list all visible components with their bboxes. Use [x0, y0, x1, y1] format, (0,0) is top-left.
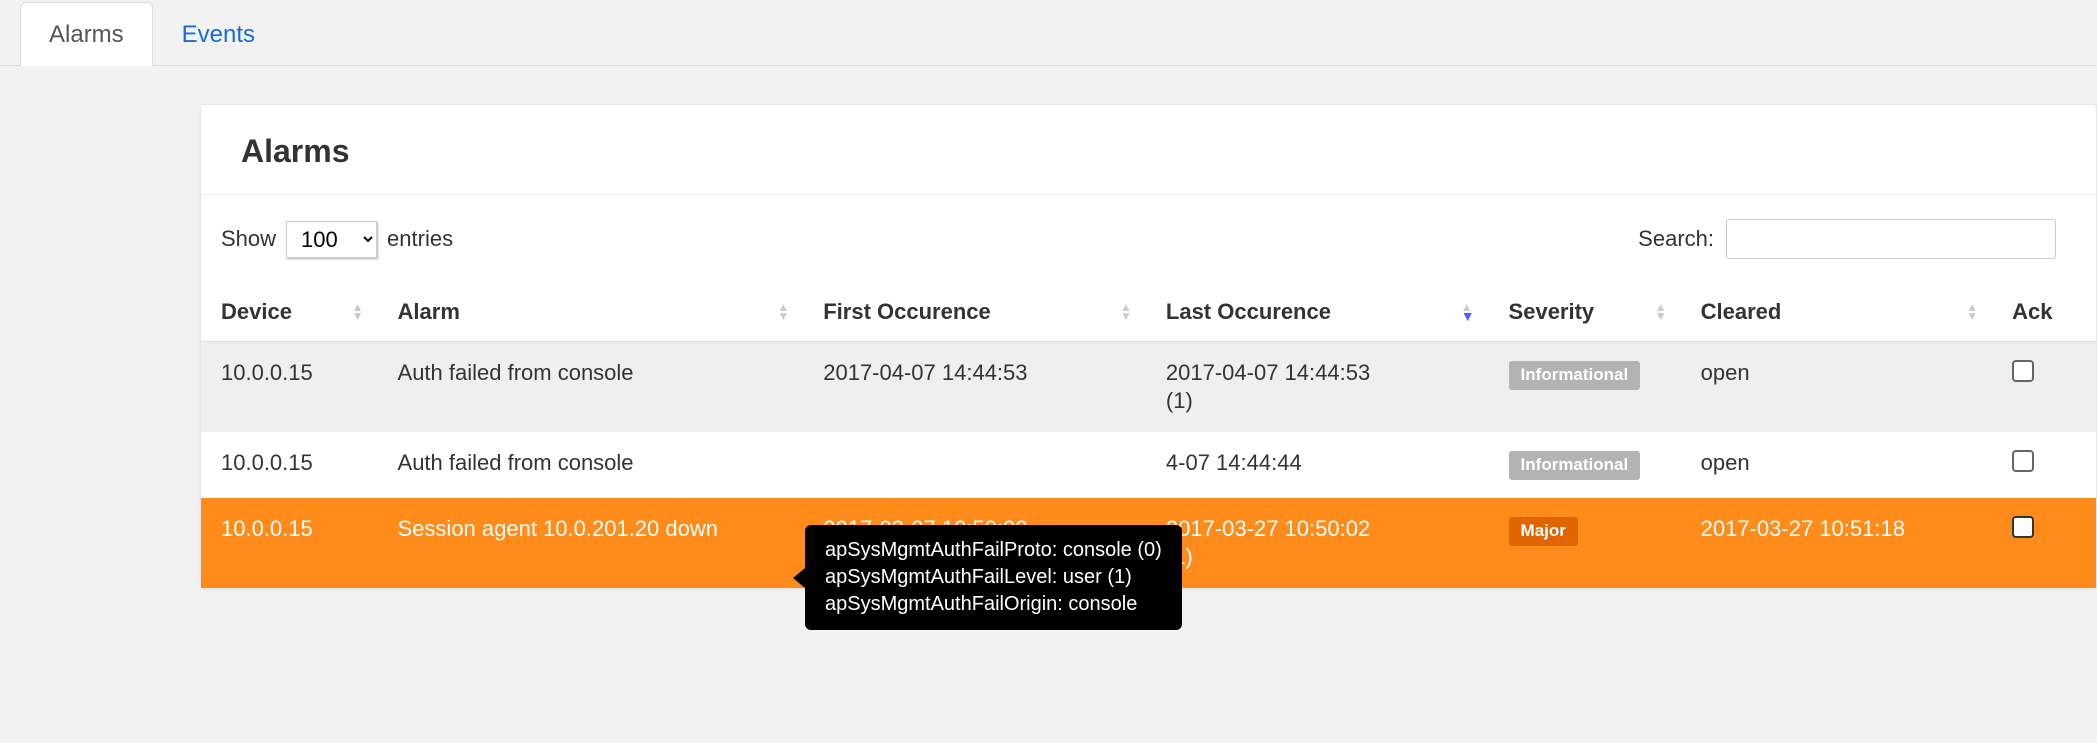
cell-alarm: Auth failed from console	[378, 342, 804, 433]
cell-device: 10.0.0.15	[201, 432, 378, 498]
col-alarm[interactable]: Alarm ▲▼	[378, 283, 804, 342]
tooltip-line: apSysMgmtAuthFailProto: console (0)	[825, 537, 1162, 564]
cell-last: 2017-04-07 14:44:53(1)	[1146, 342, 1489, 433]
cell-device: 10.0.0.15	[201, 498, 378, 588]
col-first-label: First Occurence	[823, 299, 991, 324]
alarm-detail-tooltip: apSysMgmtAuthFailProto: console (0) apSy…	[805, 525, 1182, 630]
tab-events[interactable]: Events	[153, 2, 284, 66]
cell-ack	[1992, 342, 2096, 433]
sort-icon: ▲▼	[1966, 303, 1978, 321]
cell-last: 4-07 14:44:44	[1146, 432, 1489, 498]
sort-icon: ▲▼	[352, 303, 364, 321]
table-row[interactable]: 10.0.0.15Auth failed from console2017-04…	[201, 342, 2096, 433]
col-cleared[interactable]: Cleared ▲▼	[1681, 283, 1993, 342]
cell-ack	[1992, 498, 2096, 588]
cell-device: 10.0.0.15	[201, 342, 378, 433]
sort-icon: ▲▼	[1655, 303, 1667, 321]
cell-severity: Major	[1489, 498, 1681, 588]
sort-icon: ▲▼	[777, 303, 789, 321]
tooltip-line: apSysMgmtAuthFailLevel: user (1)	[825, 564, 1162, 591]
show-entries: Show 100 entries	[221, 221, 453, 258]
col-last-label: Last Occurence	[1166, 299, 1331, 324]
tab-events-label: Events	[182, 21, 255, 49]
severity-badge: Informational	[1509, 361, 1641, 390]
cell-ack	[1992, 432, 2096, 498]
tab-bar: Alarms Events	[0, 0, 2097, 66]
alarms-panel: Alarms Show 100 entries Search:	[200, 104, 2097, 589]
severity-badge: Informational	[1509, 451, 1641, 480]
col-severity-label: Severity	[1509, 299, 1595, 324]
entries-select[interactable]: 100	[286, 221, 377, 258]
col-device-label: Device	[221, 299, 292, 324]
cell-severity: Informational	[1489, 342, 1681, 433]
sort-icon: ▲▼	[1120, 303, 1132, 321]
tab-alarms[interactable]: Alarms	[20, 2, 153, 66]
ack-checkbox[interactable]	[2012, 360, 2034, 382]
search-label: Search:	[1638, 226, 1714, 252]
col-cleared-label: Cleared	[1701, 299, 1782, 324]
search-wrap: Search:	[1638, 219, 2056, 259]
col-ack[interactable]: Ack	[1992, 283, 2096, 342]
cell-severity: Informational	[1489, 432, 1681, 498]
cell-first	[803, 432, 1146, 498]
col-device[interactable]: Device ▲▼	[201, 283, 378, 342]
cell-alarm: Auth failed from console	[378, 432, 804, 498]
cell-last: 2017-03-27 10:50:02(1)	[1146, 498, 1489, 588]
page-title: Alarms	[201, 105, 2096, 195]
cell-first: 2017-04-07 14:44:53	[803, 342, 1146, 433]
cell-alarm: Session agent 10.0.201.20 down	[378, 498, 804, 588]
show-label-post: entries	[387, 226, 453, 252]
col-severity[interactable]: Severity ▲▼	[1489, 283, 1681, 342]
table-header-row: Device ▲▼ Alarm ▲▼ First Occurence ▲▼ La…	[201, 283, 2096, 342]
search-input[interactable]	[1726, 219, 2056, 259]
col-ack-label: Ack	[2012, 299, 2052, 324]
tab-alarms-label: Alarms	[49, 21, 124, 49]
col-last[interactable]: Last Occurence ▲▼	[1146, 283, 1489, 342]
cell-cleared: open	[1681, 342, 1993, 433]
panel-wrap: Alarms Show 100 entries Search:	[0, 66, 2097, 589]
datatable-toolbar: Show 100 entries Search:	[201, 195, 2096, 283]
ack-checkbox[interactable]	[2012, 516, 2034, 538]
col-first[interactable]: First Occurence ▲▼	[803, 283, 1146, 342]
severity-badge: Major	[1509, 517, 1578, 546]
sort-desc-icon: ▲▼	[1461, 303, 1475, 321]
show-label-pre: Show	[221, 226, 276, 252]
tooltip-line: apSysMgmtAuthFailOrigin: console	[825, 591, 1162, 618]
table-row[interactable]: 10.0.0.15Auth failed from console 4-07 14…	[201, 432, 2096, 498]
ack-checkbox[interactable]	[2012, 450, 2034, 472]
cell-cleared: 2017-03-27 10:51:18	[1681, 498, 1993, 588]
col-alarm-label: Alarm	[398, 299, 460, 324]
cell-cleared: open	[1681, 432, 1993, 498]
